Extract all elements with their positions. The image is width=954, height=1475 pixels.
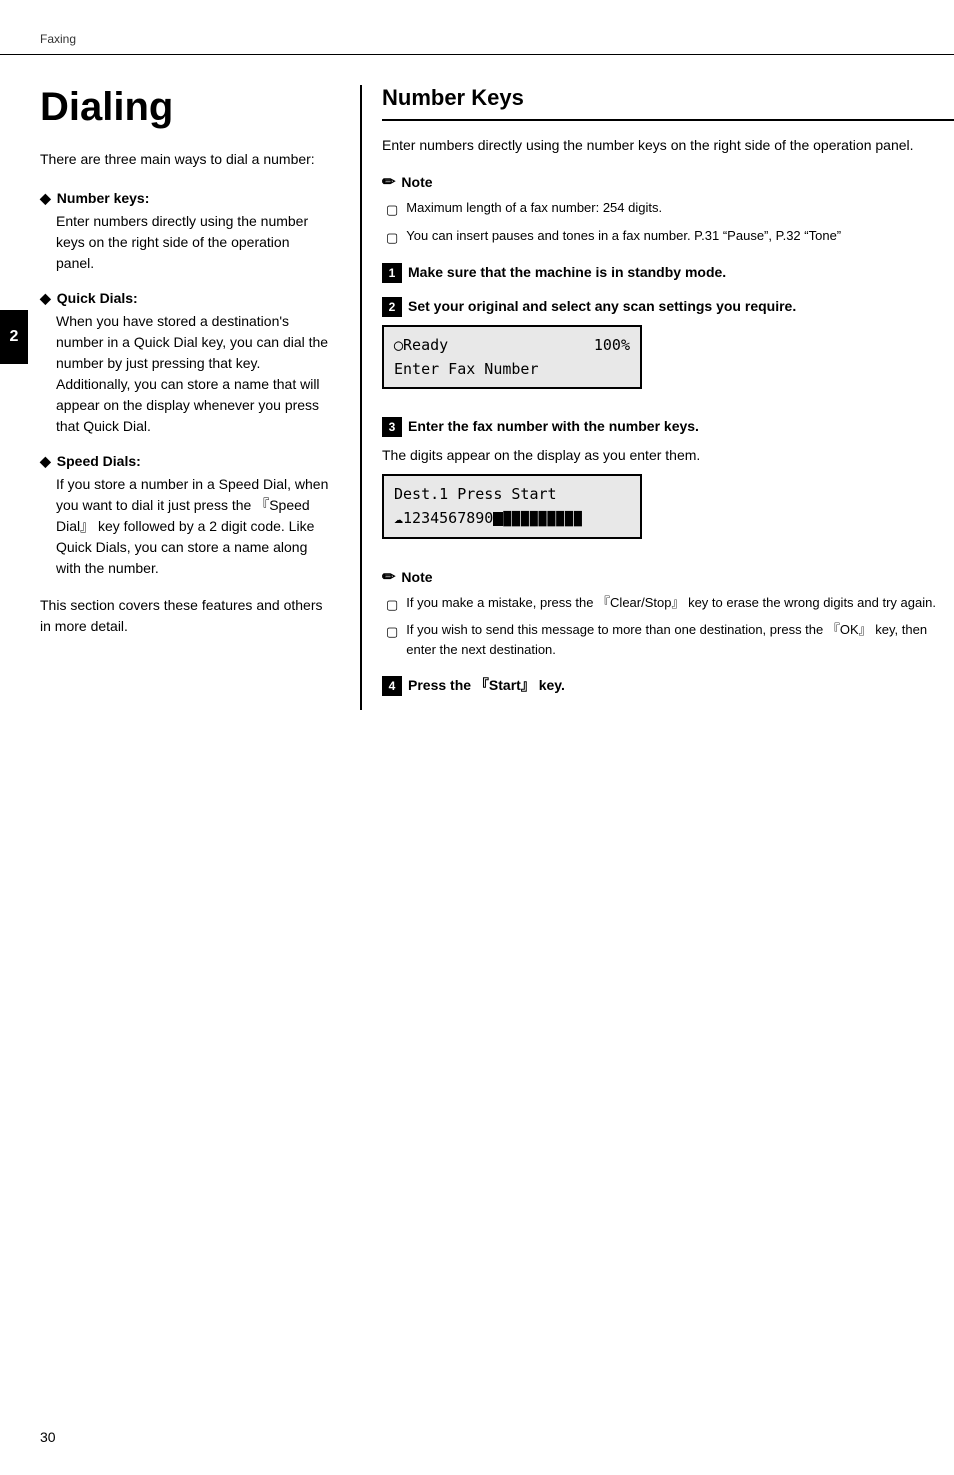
note-2-label: Note bbox=[401, 569, 432, 585]
note-2-items: ▢ If you make a mistake, press the 『Clea… bbox=[382, 593, 954, 660]
right-column: Number Keys Enter numbers directly using… bbox=[360, 85, 954, 710]
diamond-icon-3: ◆ bbox=[40, 453, 51, 470]
intro-text: There are three main ways to dial a numb… bbox=[40, 149, 330, 170]
lcd-display-1: ◯Ready 100% Enter Fax Number bbox=[382, 325, 642, 389]
step-4-header: 4 Press the 『Start』 key. bbox=[382, 675, 954, 696]
section-number-keys: ◆ Number keys: Enter numbers directly us… bbox=[40, 190, 330, 274]
checkbox-icon-4: ▢ bbox=[386, 622, 398, 659]
lcd2-row-2: ☁1234567890 █████████ bbox=[394, 506, 630, 531]
section-quick-dials-label: Quick Dials: bbox=[57, 290, 138, 306]
cursor-bar bbox=[493, 512, 503, 526]
diamond-icon-2: ◆ bbox=[40, 290, 51, 307]
checkbox-icon-3: ▢ bbox=[386, 595, 398, 615]
lcd2-block-chars: █████████ bbox=[503, 512, 582, 527]
step-4-text: Press the 『Start』 key. bbox=[408, 675, 565, 695]
section-speed-dials-title: ◆ Speed Dials: bbox=[40, 453, 330, 470]
step-3: 3 Enter the fax number with the number k… bbox=[382, 417, 954, 553]
left-column: Dialing There are three main ways to dia… bbox=[40, 85, 360, 710]
checkbox-icon-1: ▢ bbox=[386, 200, 398, 220]
step-1-number: 1 bbox=[382, 263, 402, 283]
step-3-subtext: The digits appear on the display as you … bbox=[382, 445, 954, 466]
note-1-item-1-text: Maximum length of a fax number: 254 digi… bbox=[406, 198, 954, 220]
page-title: Dialing bbox=[40, 85, 330, 129]
right-section-intro: Enter numbers directly using the number … bbox=[382, 135, 954, 156]
lcd-enter-fax-text: Enter Fax Number bbox=[394, 360, 539, 378]
right-section-title: Number Keys bbox=[382, 85, 954, 121]
breadcrumb: Faxing bbox=[0, 30, 954, 55]
note-1-label: Note bbox=[401, 174, 432, 190]
lcd2-line2-text: ☁1234567890 bbox=[394, 509, 493, 527]
note-block-1: ✏ Note ▢ Maximum length of a fax number:… bbox=[382, 172, 954, 247]
step-3-header: 3 Enter the fax number with the number k… bbox=[382, 417, 954, 437]
step-3-text: Enter the fax number with the number key… bbox=[408, 418, 699, 434]
step-4-number: 4 bbox=[382, 676, 402, 696]
note-icon-2: ✏ bbox=[382, 567, 395, 587]
bottom-left-text: This section covers these features and o… bbox=[40, 595, 330, 637]
note-2-item-1: ▢ If you make a mistake, press the 『Clea… bbox=[386, 593, 954, 615]
lcd-percent-text: 100% bbox=[594, 333, 630, 357]
section-quick-dials-body: When you have stored a destination's num… bbox=[40, 311, 330, 437]
section-speed-dials-body: If you store a number in a Speed Dial, w… bbox=[40, 474, 330, 579]
note-1-title: ✏ Note bbox=[382, 172, 954, 192]
note-2-item-1-text: If you make a mistake, press the 『Clear/… bbox=[406, 593, 954, 615]
lcd-ready-text: ◯Ready bbox=[394, 333, 448, 357]
lcd-display-2: Dest.1 Press Start ☁1234567890 █████████ bbox=[382, 474, 642, 539]
step-2: 2 Set your original and select any scan … bbox=[382, 297, 954, 403]
step-1: 1 Make sure that the machine is in stand… bbox=[382, 263, 954, 283]
diamond-icon: ◆ bbox=[40, 190, 51, 207]
lcd2-line1-text: Dest.1 Press Start bbox=[394, 485, 557, 503]
lcd2-row-1: Dest.1 Press Start bbox=[394, 482, 630, 506]
page-number-text: 30 bbox=[40, 1429, 56, 1445]
note-1-items: ▢ Maximum length of a fax number: 254 di… bbox=[382, 198, 954, 247]
section-number-keys-body: Enter numbers directly using the number … bbox=[40, 211, 330, 274]
note-1-item-2: ▢ You can insert pauses and tones in a f… bbox=[386, 226, 954, 248]
breadcrumb-text: Faxing bbox=[40, 32, 76, 46]
step-1-header: 1 Make sure that the machine is in stand… bbox=[382, 263, 954, 283]
sidebar-tab-label: 2 bbox=[10, 328, 19, 346]
note-icon-1: ✏ bbox=[382, 172, 395, 192]
note-1-item-1: ▢ Maximum length of a fax number: 254 di… bbox=[386, 198, 954, 220]
section-speed-dials: ◆ Speed Dials: If you store a number in … bbox=[40, 453, 330, 579]
note-block-2: ✏ Note ▢ If you make a mistake, press th… bbox=[382, 567, 954, 660]
note-2-item-2-text: If you wish to send this message to more… bbox=[406, 620, 954, 659]
section-number-keys-label: Number keys: bbox=[57, 190, 150, 206]
section-speed-dials-label: Speed Dials: bbox=[57, 453, 141, 469]
checkbox-icon-2: ▢ bbox=[386, 228, 398, 248]
step-1-text: Make sure that the machine is in standby… bbox=[408, 264, 726, 280]
note-2-item-2: ▢ If you wish to send this message to mo… bbox=[386, 620, 954, 659]
step-2-text: Set your original and select any scan se… bbox=[408, 298, 796, 314]
note-2-title: ✏ Note bbox=[382, 567, 954, 587]
step-2-number: 2 bbox=[382, 297, 402, 317]
section-number-keys-title: ◆ Number keys: bbox=[40, 190, 330, 207]
lcd-row-2: Enter Fax Number bbox=[394, 357, 630, 381]
sidebar-tab: 2 bbox=[0, 310, 28, 364]
section-quick-dials-title: ◆ Quick Dials: bbox=[40, 290, 330, 307]
section-quick-dials: ◆ Quick Dials: When you have stored a de… bbox=[40, 290, 330, 437]
step-4: 4 Press the 『Start』 key. bbox=[382, 675, 954, 696]
lcd-row-1: ◯Ready 100% bbox=[394, 333, 630, 357]
main-content: Dialing There are three main ways to dia… bbox=[0, 85, 954, 710]
note-1-item-2-text: You can insert pauses and tones in a fax… bbox=[406, 226, 954, 248]
page-number: 30 bbox=[40, 1429, 56, 1445]
step-3-number: 3 bbox=[382, 417, 402, 437]
page-wrapper: 2 Faxing Dialing There are three main wa… bbox=[0, 0, 954, 1475]
step-2-header: 2 Set your original and select any scan … bbox=[382, 297, 954, 317]
